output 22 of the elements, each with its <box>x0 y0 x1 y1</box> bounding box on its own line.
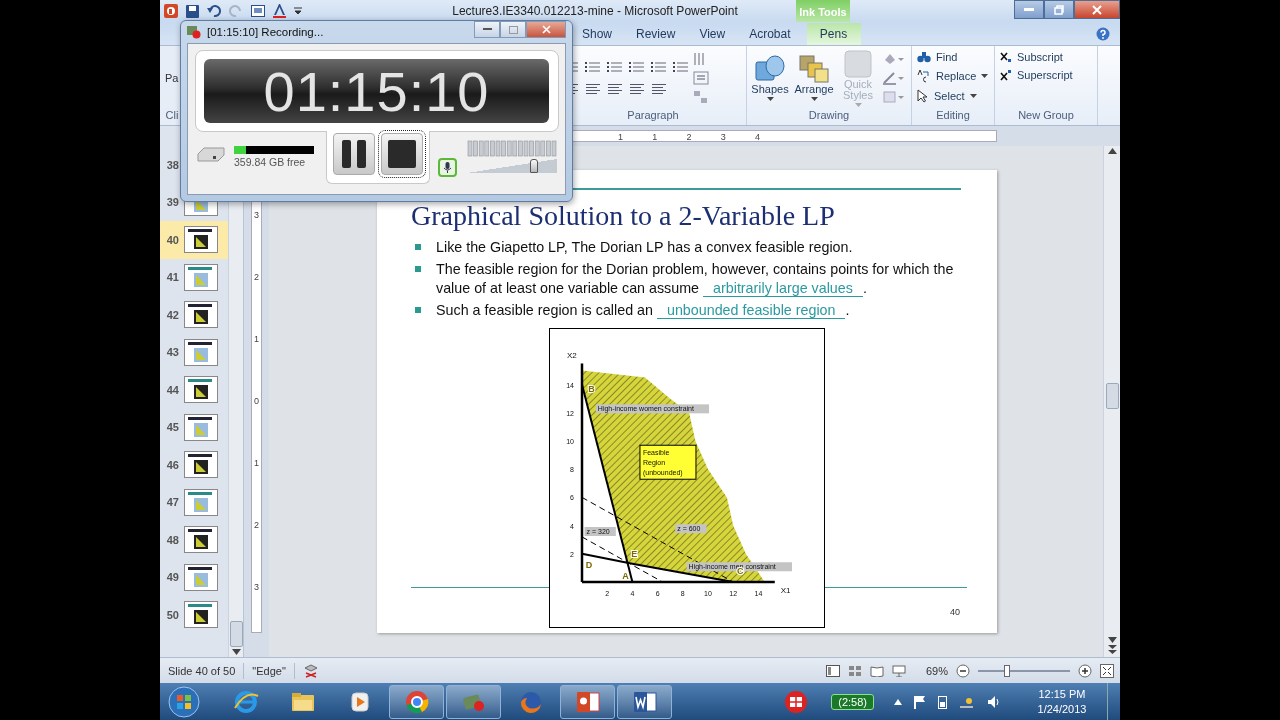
bullet-text: Such a feasible region is called an unbounded feasible region . <box>436 301 851 320</box>
window-title: [01:15:10] Recording... <box>207 26 324 38</box>
axis-label: X2 <box>567 351 577 360</box>
slide-title: Graphical Solution to a 2-Variable LP <box>411 199 836 233</box>
disk-space-label: 359.84 GB free <box>234 156 307 168</box>
point-label: D <box>585 559 593 570</box>
slide-number: 40 <box>950 607 960 617</box>
elapsed-time: 01:15:10 <box>263 58 490 124</box>
axis-label: X1 <box>780 586 791 595</box>
group-label: Editing <box>935 109 971 123</box>
group-label: New Group <box>1017 109 1075 123</box>
group-label: Drawing <box>807 109 851 123</box>
slide-count: Slide 40 of 50 <box>168 664 236 677</box>
bullet-text: The feasible region for the Dorian problem, however, contains points for which the value of at least one variable can assume arbitrarily large values . <box>436 260 955 298</box>
contextual-tab-label: Ink Tools <box>796 0 850 22</box>
group-label: Paragraph <box>626 109 680 123</box>
theme-name: "Edge" <box>252 664 286 677</box>
point-label: A <box>622 571 629 582</box>
point-label: E <box>631 548 638 559</box>
group-label: Cli <box>164 109 180 123</box>
bullet-text: Like the Giapetto LP, The Dorian LP has a convex feasible region. <box>436 238 854 257</box>
window-title: Lecture3.IE3340.012213-mine - Microsoft PowerPoint <box>451 4 739 18</box>
